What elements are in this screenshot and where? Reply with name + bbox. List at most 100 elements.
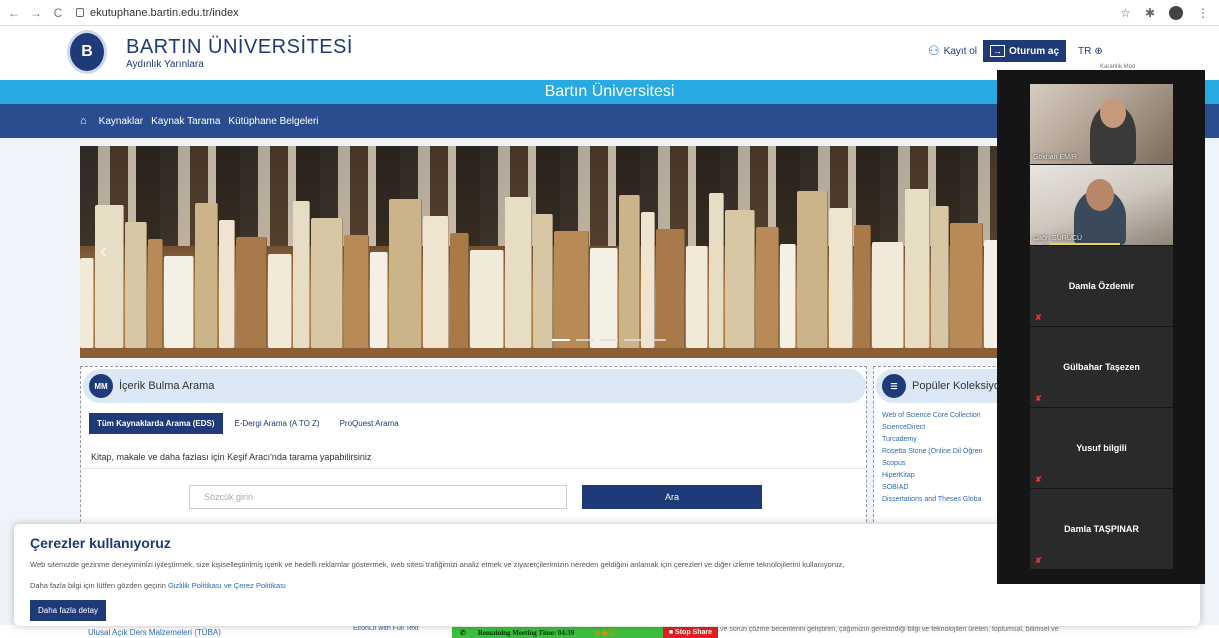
book-spine xyxy=(829,208,853,348)
book-spine xyxy=(95,205,124,348)
login-button[interactable]: → Oturum aç xyxy=(983,40,1067,62)
tab-proquest-search[interactable]: ProQuest Arama xyxy=(332,413,407,434)
phone-icon[interactable]: ✆ xyxy=(460,629,466,637)
collections-list: Web of Science Core Collection ScienceDi… xyxy=(882,410,982,506)
stop-share-button[interactable]: ■ Stop Share xyxy=(662,627,718,638)
carousel-indicators xyxy=(552,339,666,341)
carousel-indicator[interactable] xyxy=(648,339,666,341)
collection-link[interactable]: Scopus xyxy=(882,458,982,470)
search-panel-title: İçerik Bulma Arama xyxy=(119,380,215,392)
collection-link[interactable]: ScienceDirect xyxy=(882,422,982,434)
book-spine xyxy=(533,214,553,348)
register-link[interactable]: ⚇ Kayıt ol xyxy=(928,43,977,59)
profile-avatar[interactable] xyxy=(1169,5,1183,20)
search-button[interactable]: Ara xyxy=(582,485,762,509)
video-meeting-panel: Gökhan EMİR Çağrı SÜRÜCÜ Damla Özdemir ✘… xyxy=(997,70,1205,584)
active-speaker-indicator xyxy=(1050,243,1120,245)
book-spine xyxy=(641,212,655,348)
reload-icon[interactable]: C xyxy=(50,6,66,20)
menu-item-kaynak-tarama[interactable]: Kaynak Tarama xyxy=(151,116,220,127)
collection-link[interactable]: SOBİAD xyxy=(882,482,982,494)
book-spine xyxy=(756,227,779,348)
book-spine xyxy=(872,242,904,348)
collection-link[interactable]: Rosetta Stone (Online Dil Öğren xyxy=(882,446,982,458)
address-bar[interactable]: ekutuphane.bartin.edu.tr/index xyxy=(76,7,239,19)
cookie-more-info: Daha fazla bilgi için lütfen gözden geçi… xyxy=(30,581,286,590)
url-text[interactable]: ekutuphane.bartin.edu.tr/index xyxy=(90,7,239,19)
bookmark-star-icon[interactable]: ☆ xyxy=(1120,6,1131,20)
participant-name: Damla TAŞPINAR xyxy=(1064,524,1139,534)
book-spine xyxy=(854,225,871,348)
cookie-title: Çerezler kullanıyoruz xyxy=(30,535,171,551)
university-subtitle: Aydınlık Yarınlara xyxy=(126,59,204,70)
participant-name: Gökhan EMİR xyxy=(1033,154,1077,161)
book-spine xyxy=(450,233,469,348)
menu-item-kutuphane-belgeleri[interactable]: Kütüphane Belgeleri xyxy=(228,116,318,127)
cookie-more-prefix: Daha fazla bilgi için lütfen gözden geçi… xyxy=(30,581,168,590)
participant-tile[interactable]: Gökhan EMİR xyxy=(1030,84,1173,164)
participant-tile[interactable]: Damla Özdemir ✘ xyxy=(1030,246,1173,326)
cookie-details-button[interactable]: Daha fazla detay xyxy=(30,600,107,621)
book-spine xyxy=(470,250,504,348)
book-spine xyxy=(370,252,388,348)
mic-off-icon: ✘ xyxy=(1035,313,1042,322)
book-spine xyxy=(709,193,724,348)
carousel-indicator[interactable] xyxy=(552,339,570,341)
book-spine xyxy=(423,216,449,348)
privacy-policy-link[interactable]: Gizlilik Politikası ve Çerez Politikası xyxy=(168,581,286,590)
book-spine xyxy=(505,197,532,348)
browser-toolbar: ← → C ekutuphane.bartin.edu.tr/index ☆ ✱… xyxy=(0,0,1219,26)
carousel-indicator[interactable] xyxy=(624,339,642,341)
menu-item-kaynaklar[interactable]: Kaynaklar xyxy=(99,116,143,127)
browser-menu-icon[interactable]: ⋮ xyxy=(1197,6,1209,20)
participant-tile[interactable]: Çağrı SÜRÜCÜ xyxy=(1030,165,1173,245)
book-spine xyxy=(590,248,618,348)
search-panel: MM İçerik Bulma Arama Tüm Kaynaklarda Ar… xyxy=(80,366,868,532)
book-spine xyxy=(389,199,422,348)
mission-text: ve sorun çözme becerilerini geliştiren, … xyxy=(720,626,1059,633)
remaining-time: Remaining Meeting Time: 04:39 xyxy=(477,628,575,637)
lock-icon xyxy=(76,8,84,17)
carousel-prev-icon[interactable]: ‹ xyxy=(100,238,107,264)
collections-title: Popüler Koleksiyo xyxy=(912,380,1001,392)
book-spine xyxy=(293,201,310,348)
book-spine xyxy=(344,235,369,348)
participant-name: Çağrı SÜRÜCÜ xyxy=(1033,235,1083,242)
language-selector[interactable]: TR ⊕ xyxy=(1078,46,1103,57)
carousel-indicator[interactable] xyxy=(600,339,618,341)
search-input[interactable] xyxy=(189,485,567,509)
participant-name: Damla Özdemir xyxy=(1068,281,1135,291)
search-panel-header: MM İçerik Bulma Arama xyxy=(83,369,866,403)
home-icon[interactable]: ⌂ xyxy=(80,115,87,127)
carousel-indicator[interactable] xyxy=(576,339,594,341)
divider xyxy=(81,468,868,469)
forward-icon[interactable]: → xyxy=(28,6,44,20)
collection-link[interactable]: Turcademy xyxy=(882,434,982,446)
university-logo[interactable]: B xyxy=(67,30,107,74)
book-spine xyxy=(148,239,163,348)
list-icon: ☰ xyxy=(882,374,906,398)
collection-link[interactable]: Dissertations and Theses Globa xyxy=(882,494,982,506)
participant-tile[interactable]: Gülbahar Taşezen ✘ xyxy=(1030,327,1173,407)
cookie-text: Web sitemizde gezinme deneyiminizi iyile… xyxy=(30,560,845,569)
book-spine xyxy=(311,218,343,348)
participant-name: Yusuf bilgili xyxy=(1076,443,1127,453)
book-spine xyxy=(797,191,828,348)
participant-face xyxy=(1100,98,1126,128)
tuba-link[interactable]: Ulusal Açık Ders Malzemeleri (TÜBA) xyxy=(88,628,221,637)
tab-eds-search[interactable]: Tüm Kaynaklarda Arama (EDS) xyxy=(89,413,223,434)
book-spine xyxy=(619,195,640,348)
tab-ejournal-search[interactable]: E-Dergi Arama (A TO Z) xyxy=(227,413,328,434)
search-description: Kitap, makale ve daha fazlası için Keşif… xyxy=(91,452,372,462)
participant-tile[interactable]: Damla TAŞPINAR ✘ xyxy=(1030,489,1173,569)
econlit-link[interactable]: EconLit with Full Text xyxy=(353,625,419,632)
back-icon[interactable]: ← xyxy=(6,6,22,20)
collection-link[interactable]: Web of Science Core Collection xyxy=(882,410,982,422)
meeting-controls-icon[interactable]: ⊙ ⊛ ⓘ xyxy=(594,628,616,638)
extensions-icon[interactable]: ✱ xyxy=(1145,6,1155,20)
add-user-icon: ⚇ xyxy=(928,43,940,58)
search-panel-icon: MM xyxy=(89,374,113,398)
book-spine xyxy=(725,210,755,348)
participant-tile[interactable]: Yusuf bilgili ✘ xyxy=(1030,408,1173,488)
collection-link[interactable]: HiperKitap xyxy=(882,470,982,482)
